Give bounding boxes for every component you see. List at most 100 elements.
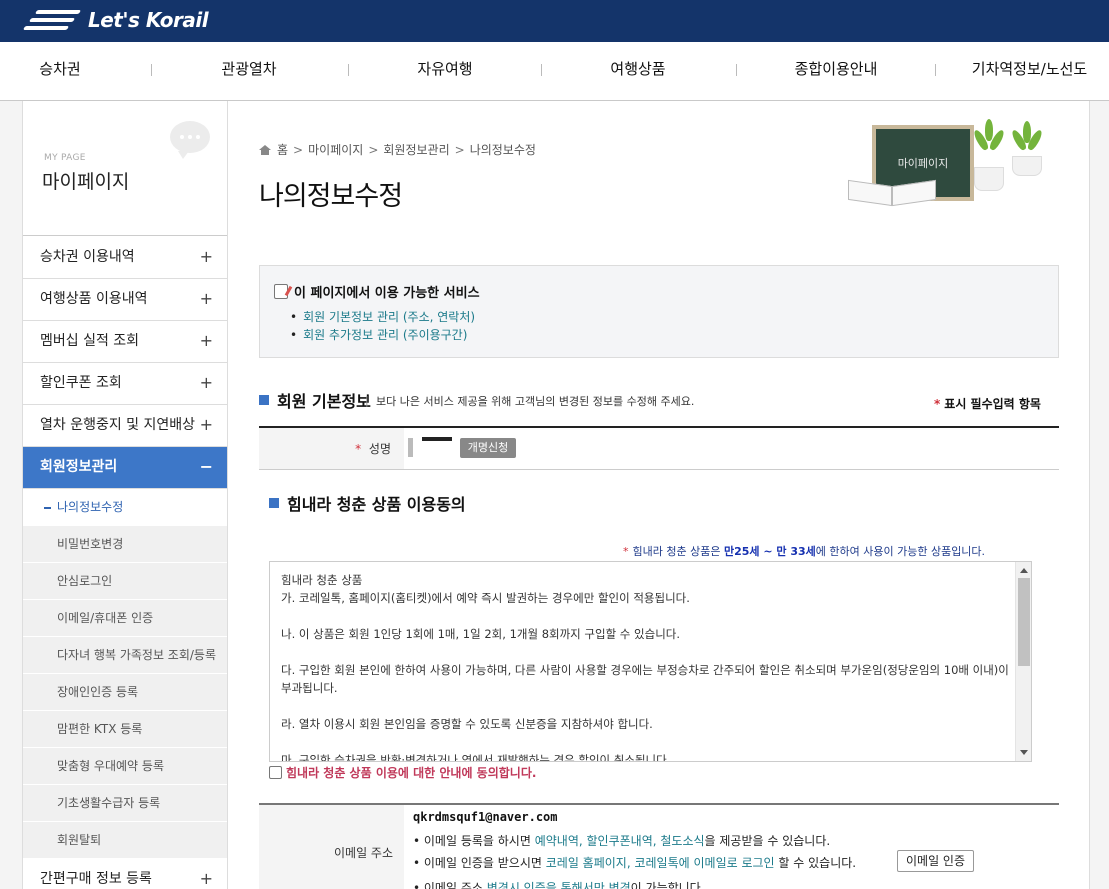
section-bullet-icon (259, 395, 269, 405)
nav-general-guide[interactable]: 종합이용안내 (776, 42, 896, 100)
sidebar-sub-disability[interactable]: 장애인인증 등록 (23, 674, 227, 711)
dash-icon (44, 506, 51, 509)
plus-icon[interactable]: + (200, 859, 213, 889)
sidebar-item-label: 승차권 이용내역 (40, 249, 135, 265)
email-info-highlight: 예약내역, 할인쿠폰내역, 철도소식 (534, 834, 705, 848)
plus-icon[interactable]: + (200, 363, 213, 403)
main-nav: 승차권 관광열차 자유여행 여행상품 종합이용안내 기차역정보/노선도 (0, 42, 1109, 101)
breadcrumb-mypage[interactable]: 마이페이지 (308, 141, 363, 158)
plus-icon[interactable]: + (200, 237, 213, 277)
minus-icon[interactable]: − (200, 447, 213, 487)
nav-travel-products[interactable]: 여행상품 (588, 42, 688, 100)
youth-heading: 힘내라 청춘 상품 이용동의 (269, 491, 466, 515)
youth-note-suffix: 에 한하여 사용이 가능한 상품입니다. (815, 545, 986, 558)
youth-title: 힘내라 청춘 상품 이용동의 (287, 495, 466, 514)
terms-scrollbar[interactable] (1015, 562, 1031, 761)
sidebar-item-travel-history[interactable]: 여행상품 이용내역 + (23, 279, 227, 321)
sidebar-item-member-info[interactable]: 회원정보관리 − (23, 447, 227, 489)
email-info-text: 할 수 있습니다. (774, 856, 857, 870)
name-label: * 성명 (259, 428, 404, 469)
nav-free-travel[interactable]: 자유여행 (395, 42, 495, 100)
service-link-extra-info[interactable]: 회원 추가정보 관리 (주이용구간) (290, 326, 475, 344)
sidebar-item-label: 열차 운행중지 및 지연배상 (40, 417, 196, 433)
email-info-text: • 이메일 등록을 하시면 (413, 834, 535, 848)
email-info-text: • 이메일 인증을 받으시면 (413, 856, 546, 870)
sidebar-sub-edit-info[interactable]: 나의정보수정 (23, 489, 227, 526)
korail-logo[interactable]: Let's Korail (22, 6, 209, 34)
home-icon[interactable] (259, 144, 271, 155)
sidebar-item-coupons[interactable]: 할인쿠폰 조회 + (23, 363, 227, 405)
nav-divider (736, 64, 737, 76)
terms-line: 라. 열차 이용시 회원 본인임을 증명할 수 있도록 신분증을 지참하셔야 합… (281, 717, 653, 731)
top-bar: Let's Korail (0, 0, 1109, 42)
youth-age-note: * 힘내라 청춘 상품은 만25세 ~ 만 33세에 한하여 사용이 가능한 상품… (623, 543, 985, 559)
sidebar-title: 마이페이지 (42, 171, 130, 193)
breadcrumb-separator: > (293, 142, 304, 157)
breadcrumb-home[interactable]: 홈 (277, 141, 288, 158)
sidebar-item-label: 회원정보관리 (40, 459, 118, 475)
services-list: 회원 기본정보 관리 (주소, 연락처) 회원 추가정보 관리 (주이용구간) (290, 308, 475, 344)
speech-bubble-icon (170, 121, 210, 159)
sidebar-title-en: MY PAGE (44, 153, 86, 163)
section-bullet-icon (269, 498, 279, 508)
breadcrumb-current: 나의정보수정 (469, 143, 536, 157)
email-verify-button[interactable]: 이메일 인증 (897, 850, 974, 872)
scroll-up-icon[interactable] (1020, 568, 1028, 573)
youth-agree-label[interactable]: 힘내라 청춘 상품 이용에 대한 안내에 동의합니다. (286, 764, 536, 781)
basic-info-title: 회원 기본정보 (277, 392, 371, 411)
sidebar-item-quick-purchase[interactable]: 간편구매 정보 등록 + (23, 859, 227, 889)
sidebar-sub-secure-login[interactable]: 안심로그인 (23, 563, 227, 600)
sidebar-item-label: 멤버십 실적 조회 (40, 333, 140, 349)
service-link-basic-info[interactable]: 회원 기본정보 관리 (주소, 연락처) (290, 308, 475, 326)
nav-tickets[interactable]: 승차권 (20, 42, 100, 100)
breadcrumb: 홈 > 마이페이지 > 회원정보관리 > 나의정보수정 (259, 141, 536, 158)
sidebar-item-delay-compensation[interactable]: 열차 운행중지 및 지연배상 + (23, 405, 227, 447)
scroll-thumb[interactable] (1018, 578, 1030, 666)
basic-info-heading: 회원 기본정보 (259, 388, 371, 412)
required-star-icon: * (934, 397, 941, 411)
email-value: qkrdmsquf1@naver.com (413, 810, 558, 824)
nav-tourist-trains[interactable]: 관광열차 (199, 42, 299, 100)
rename-request-button[interactable]: 개명신청 (460, 438, 516, 458)
nav-station-info[interactable]: 기차역정보/노선도 (962, 42, 1097, 100)
heading-divider: | (365, 394, 369, 407)
youth-agree-row: 힘내라 청춘 상품 이용에 대한 안내에 동의합니다. (269, 764, 536, 781)
youth-agree-checkbox[interactable] (269, 766, 282, 779)
plus-icon[interactable]: + (200, 405, 213, 445)
services-title: 이 페이지에서 이용 가능한 서비스 (274, 282, 480, 301)
breadcrumb-member-info[interactable]: 회원정보관리 (383, 141, 449, 158)
youth-note-prefix: 힘내라 청춘 상품은 (632, 545, 721, 558)
sidebar-sub-change-password[interactable]: 비밀번호변경 (23, 526, 227, 563)
page-title: 나의정보수정 (259, 181, 403, 212)
scroll-down-icon[interactable] (1020, 750, 1028, 755)
sidebar-item-membership[interactable]: 멤버십 실적 조회 + (23, 321, 227, 363)
name-value-redacted (422, 437, 452, 441)
plant-icon (1010, 121, 1044, 176)
plus-icon[interactable]: + (200, 321, 213, 361)
sidebar-sub-basic-livelihood[interactable]: 기초생활수급자 등록 (23, 785, 227, 822)
sidebar-sub-email-phone-verify[interactable]: 이메일/휴대폰 인증 (23, 600, 227, 637)
email-info-line-2: • 이메일 인증을 받으시면 코레일 홈페이지, 코레일톡에 이메일로 로그인 … (413, 854, 856, 871)
terms-line: 나. 이 상품은 회원 1인당 1회에 1매, 1일 2회, 1개월 8회까지 … (281, 627, 681, 641)
sidebar-menu: 승차권 이용내역 + 여행상품 이용내역 + 멤버십 실적 조회 + 할인쿠폰 조회 +… (23, 237, 227, 889)
email-info-line-1: • 이메일 등록을 하시면 예약내역, 할인쿠폰내역, 철도소식을 제공받을 수… (413, 832, 830, 849)
breadcrumb-separator: > (454, 142, 465, 157)
breadcrumb-separator: > (368, 142, 379, 157)
plus-icon[interactable]: + (200, 279, 213, 319)
youth-terms-textarea[interactable]: 힘내라 청춘 상품 가. 코레일톡, 홈페이지(홈티켓)에서 예약 즉시 발권하… (269, 561, 1032, 762)
sidebar-sub-priority-booking[interactable]: 맞춤형 우대예약 등록 (23, 748, 227, 785)
name-field-marker (408, 438, 413, 457)
sidebar-sub-mom-ktx[interactable]: 맘편한 KTX 등록 (23, 711, 227, 748)
sidebar-sub-withdraw[interactable]: 회원탈퇴 (23, 822, 227, 859)
sidebar-item-label: 여행상품 이용내역 (40, 291, 148, 307)
sidebar-sub-multichild-family[interactable]: 다자녀 행복 가족정보 조회/등록 (23, 637, 227, 674)
nav-divider (348, 64, 349, 76)
email-info-text: 이 가능합니다. (630, 881, 705, 889)
email-info-text: • 이메일 주소 (413, 881, 487, 889)
name-row: * 성명 개명신청 (259, 428, 1059, 470)
available-services-box: 이 페이지에서 이용 가능한 서비스 회원 기본정보 관리 (주소, 연락처) … (259, 265, 1059, 358)
sidebar-item-ticket-history[interactable]: 승차권 이용내역 + (23, 237, 227, 279)
book-icon (848, 179, 938, 209)
required-star-icon: * (623, 545, 629, 558)
required-note: * 표시 필수입력 항목 (934, 395, 1041, 412)
